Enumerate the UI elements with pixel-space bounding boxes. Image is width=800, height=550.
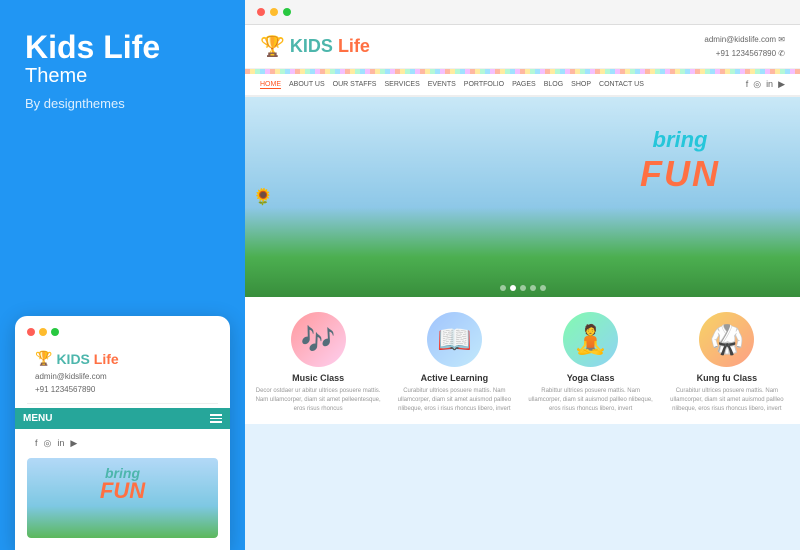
hero-dot-1[interactable]: [500, 285, 506, 291]
mobile-linkedin-icon[interactable]: in: [57, 438, 64, 449]
music-avatar: 🎶: [291, 312, 346, 367]
hero-dot-2[interactable]: [510, 285, 516, 291]
mobile-chrome-dots: [27, 328, 218, 336]
browser-dot-green[interactable]: [283, 8, 291, 16]
learning-class-name: Active Learning: [391, 373, 517, 383]
site-phone: +91 1234567890 ✆: [704, 47, 785, 61]
class-yoga: 🧘 Yoga Class Rabittur ultrices posuere m…: [528, 312, 654, 414]
music-class-desc: Decor ostdaer ur abitur ultrices posuere…: [255, 387, 381, 414]
mobile-hero: bring FUN: [27, 458, 218, 538]
site-linkedin-icon[interactable]: in: [766, 79, 773, 90]
mobile-contact: admin@kidslife.com +91 1234567890: [35, 371, 210, 397]
classes-grid: 🎶 Music Class Decor ostdaer ur abitur ul…: [255, 312, 790, 414]
hero-dot-4[interactable]: [530, 285, 536, 291]
kungfu-avatar: 🥋: [699, 312, 754, 367]
mobile-email: admin@kidslife.com: [35, 371, 210, 384]
class-music: 🎶 Music Class Decor ostdaer ur abitur ul…: [255, 312, 381, 414]
yoga-class-desc: Rabittur ultrices posuere mattis. Nam ul…: [528, 387, 654, 414]
class-learning: 📖 Active Learning Curabitur ultrices pos…: [391, 312, 517, 414]
yoga-avatar: 🧘: [563, 312, 618, 367]
theme-title: Kids Life: [25, 30, 220, 65]
nav-links: HOME ABOUT US OUR STAFFS SERVICES EVENTS…: [260, 81, 644, 89]
hero-sunflower-icon: 🌻: [253, 187, 273, 207]
site-email: admin@kidslife.com ✉: [704, 33, 785, 47]
trophy-icon: 🏆: [35, 350, 52, 367]
yoga-avatar-image: 🧘: [573, 323, 608, 356]
mobile-preview: 🏆 KIDS Life admin@kidslife.com +91 12345…: [15, 316, 230, 550]
hamburger-icon[interactable]: [210, 414, 222, 423]
site-header: 🏆 KIDS Life admin@kidslife.com ✉ +91 123…: [245, 25, 800, 69]
site-trophy-icon: 🏆: [260, 34, 285, 59]
hero-dot-3[interactable]: [520, 285, 526, 291]
browser-dot-yellow[interactable]: [270, 8, 278, 16]
mobile-facebook-icon[interactable]: f: [35, 438, 38, 449]
music-avatar-image: 🎶: [301, 323, 336, 356]
nav-blog[interactable]: BLOG: [544, 81, 563, 89]
site-logo-text: KIDS Life: [290, 36, 370, 57]
mobile-social-row: f ◎ in ▶: [27, 433, 218, 454]
site-instagram-icon[interactable]: ◎: [753, 79, 761, 90]
classes-section: 🎶 Music Class Decor ostdaer ur abitur ul…: [245, 297, 800, 424]
mobile-dot-green: [51, 328, 59, 336]
hero-fun-text: FUN: [640, 153, 720, 194]
site-logo: 🏆 KIDS Life: [260, 34, 370, 59]
music-class-name: Music Class: [255, 373, 381, 383]
nav-contact[interactable]: CONTACT US: [599, 81, 644, 89]
kungfu-avatar-image: 🥋: [709, 323, 744, 356]
mobile-kids-text: KIDS: [56, 351, 89, 367]
mobile-hero-text: bring FUN: [100, 466, 145, 502]
site-life-text: Life: [338, 36, 370, 56]
theme-subtitle: Theme: [25, 65, 220, 88]
right-panel: 🏆 KIDS Life admin@kidslife.com ✉ +91 123…: [245, 0, 800, 550]
mobile-youtube-icon[interactable]: ▶: [70, 438, 77, 449]
mobile-dot-yellow: [39, 328, 47, 336]
nav-staffs[interactable]: OUR STAFFS: [333, 81, 377, 89]
theme-author: By designthemes: [25, 96, 220, 111]
nav-services[interactable]: SERVICES: [384, 81, 419, 89]
hero-dot-5[interactable]: [540, 285, 546, 291]
browser-dot-red[interactable]: [257, 8, 265, 16]
nav-home[interactable]: HOME: [260, 81, 281, 89]
dots-bar: [245, 69, 800, 74]
mobile-logo: 🏆 KIDS Life: [35, 350, 210, 367]
website-preview: 🏆 KIDS Life admin@kidslife.com ✉ +91 123…: [245, 25, 800, 424]
mobile-dot-red: [27, 328, 35, 336]
learning-class-desc: Curabitur ultrices posuere mattis. Nam u…: [391, 387, 517, 414]
site-contact: admin@kidslife.com ✉ +91 1234567890 ✆: [704, 33, 785, 60]
hero-text: bring FUN: [640, 127, 720, 195]
site-youtube-icon[interactable]: ▶: [778, 79, 785, 90]
nav-pages[interactable]: PAGES: [512, 81, 536, 89]
learning-avatar-image: 📖: [437, 323, 472, 356]
site-kids-text: KIDS: [290, 36, 333, 56]
left-panel: Kids Life Theme By designthemes 🏆 KIDS L…: [0, 0, 245, 550]
nav-shop[interactable]: SHOP: [571, 81, 591, 89]
hero-carousel-dots: [500, 285, 546, 291]
mobile-header: 🏆 KIDS Life admin@kidslife.com +91 12345…: [27, 344, 218, 404]
mobile-phone: +91 1234567890: [35, 384, 210, 397]
mobile-life-text: Life: [94, 351, 119, 367]
nav-about[interactable]: ABOUT US: [289, 81, 325, 89]
mobile-fun: FUN: [100, 480, 145, 502]
mobile-logo-text: KIDS Life: [56, 351, 118, 367]
browser-chrome: [245, 0, 800, 25]
kungfu-class-desc: Curabitur ultrices posuere mattis. Nam u…: [664, 387, 790, 414]
site-nav: HOME ABOUT US OUR STAFFS SERVICES EVENTS…: [245, 74, 800, 97]
kungfu-class-name: Kung fu Class: [664, 373, 790, 383]
mobile-menu-label: MENU: [23, 413, 52, 424]
site-facebook-icon[interactable]: f: [746, 79, 749, 90]
hero-bring-text: bring: [640, 127, 720, 153]
class-kungfu: 🥋 Kung fu Class Curabitur ultrices posue…: [664, 312, 790, 414]
site-hero: 🌻 bring FUN: [245, 97, 800, 297]
nav-social: f ◎ in ▶: [746, 79, 785, 90]
yoga-class-name: Yoga Class: [528, 373, 654, 383]
nav-events[interactable]: EVENTS: [428, 81, 456, 89]
nav-portfolio[interactable]: PORTFOLIO: [464, 81, 504, 89]
learning-avatar: 📖: [427, 312, 482, 367]
mobile-instagram-icon[interactable]: ◎: [44, 438, 52, 449]
mobile-nav-bar[interactable]: MENU: [15, 408, 230, 429]
